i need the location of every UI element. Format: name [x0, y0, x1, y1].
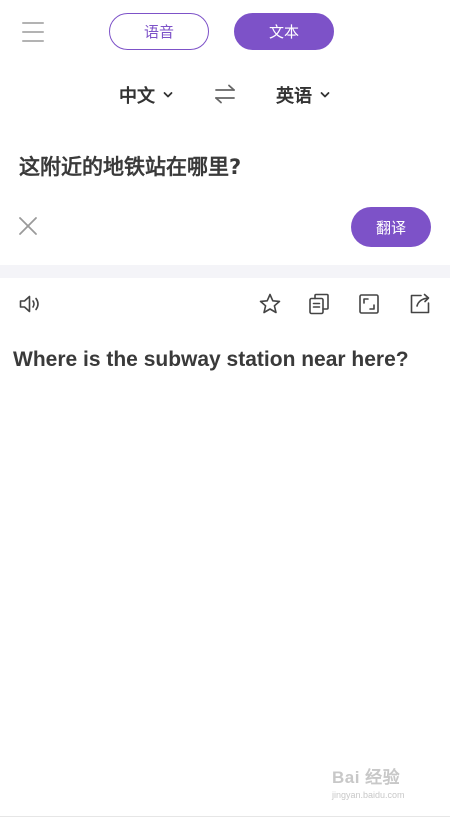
- source-language-select[interactable]: 中文: [119, 82, 173, 108]
- chevron-down-icon: [163, 92, 173, 98]
- translate-button-label: 翻译: [375, 218, 406, 237]
- target-language-label: 英语: [276, 86, 312, 107]
- chevron-down-icon: [320, 92, 330, 98]
- speaker-icon[interactable]: [18, 292, 42, 316]
- source-text-input[interactable]: 这附近的地铁站在哪里?: [19, 152, 429, 182]
- watermark-site: jingyan.baidu.com: [332, 790, 405, 800]
- share-icon[interactable]: [408, 292, 432, 316]
- star-icon[interactable]: [258, 292, 282, 316]
- swap-arrows-icon[interactable]: [213, 83, 237, 105]
- menu-icon[interactable]: [22, 22, 44, 42]
- close-icon[interactable]: [18, 216, 38, 236]
- watermark: Bai 经验 jingyan.baidu.com: [332, 763, 432, 809]
- tab-text-label: 文本: [268, 23, 299, 41]
- fullscreen-icon[interactable]: [357, 292, 381, 316]
- translation-result: Where is the subway station near here?: [13, 348, 409, 371]
- bottom-divider: [0, 816, 450, 817]
- watermark-brand: Bai 经验: [332, 768, 401, 787]
- tab-voice[interactable]: 语音: [109, 13, 209, 50]
- copy-icon[interactable]: [307, 292, 331, 316]
- source-language-label: 中文: [119, 86, 155, 107]
- translate-button[interactable]: 翻译: [351, 207, 431, 247]
- section-divider: [0, 265, 450, 278]
- tab-text[interactable]: 文本: [234, 13, 334, 50]
- tab-voice-label: 语音: [143, 23, 174, 41]
- target-language-select[interactable]: 英语: [276, 82, 330, 108]
